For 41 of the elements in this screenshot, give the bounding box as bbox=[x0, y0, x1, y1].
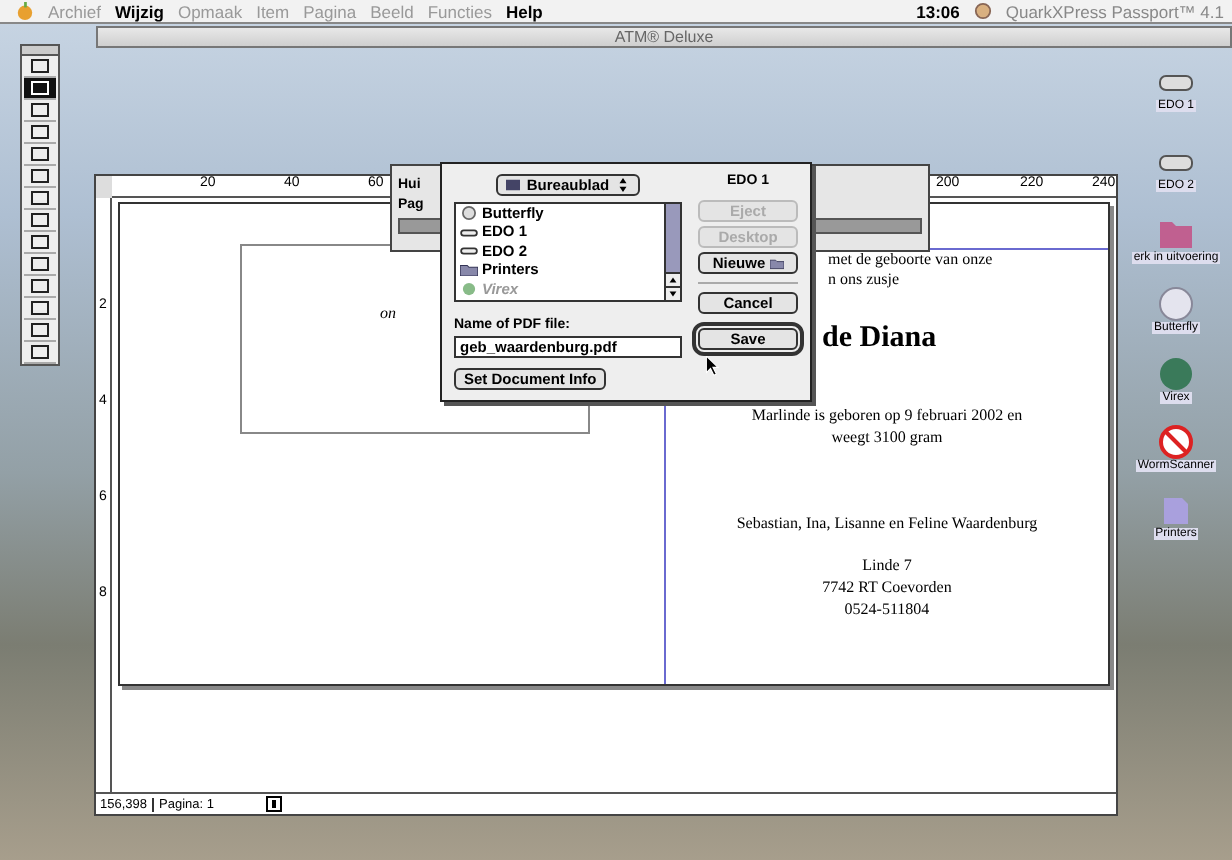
desktop-icon bbox=[506, 178, 521, 192]
tool-icon[interactable] bbox=[24, 122, 56, 144]
text-line: weegt 3100 gram bbox=[831, 426, 943, 448]
heading: de Diana bbox=[822, 322, 937, 356]
up-down-arrows-icon bbox=[615, 178, 630, 192]
tool-icon[interactable] bbox=[24, 342, 56, 364]
text-line: Linde 7 bbox=[862, 554, 912, 576]
tool-icon[interactable] bbox=[24, 276, 56, 298]
text-line: met de geboorte van onze bbox=[828, 250, 993, 270]
text-line: 0524-511804 bbox=[844, 598, 930, 620]
tool-icon[interactable] bbox=[24, 210, 56, 232]
folder-icon bbox=[769, 256, 784, 270]
scroll-up-icon[interactable] bbox=[666, 272, 680, 286]
tool-icon[interactable] bbox=[24, 232, 56, 254]
text-fragment: on bbox=[380, 304, 396, 322]
tool-icon[interactable] bbox=[24, 320, 56, 342]
tool-icon[interactable] bbox=[24, 298, 56, 320]
cursor-icon bbox=[706, 356, 720, 376]
text-line: 7742 RT Coevorden bbox=[822, 576, 952, 598]
tool-icon[interactable] bbox=[24, 254, 56, 276]
tool-icon[interactable] bbox=[24, 166, 56, 188]
text-line: Sebastian, Ina, Lisanne en Feline Waardenburg bbox=[736, 512, 1038, 534]
page-menu-icon[interactable] bbox=[265, 796, 281, 812]
desktop-item-icon[interactable] bbox=[1156, 286, 1196, 322]
menu-item[interactable]: Help bbox=[505, 1, 543, 21]
tool-icon[interactable] bbox=[24, 188, 56, 210]
desktop-item-icon[interactable] bbox=[1156, 424, 1196, 460]
text-line: n ons zusje bbox=[828, 270, 900, 290]
palette-title-bar[interactable] bbox=[22, 46, 58, 56]
folder-icon bbox=[460, 262, 478, 277]
app-icon bbox=[460, 281, 478, 296]
text-line: Marlinde is geboren op 9 februari 2002 en bbox=[751, 404, 1023, 426]
disc-icon bbox=[460, 206, 478, 221]
tool-icon[interactable] bbox=[24, 100, 56, 122]
app-icon[interactable] bbox=[973, 2, 992, 20]
clock: 13:06 bbox=[916, 1, 960, 21]
scroll-bar[interactable] bbox=[664, 204, 680, 300]
tool-icon[interactable] bbox=[24, 144, 56, 166]
window-title: ATM® Deluxe bbox=[614, 28, 714, 46]
tool-icon[interactable] bbox=[24, 78, 56, 100]
menu-item[interactable]: Wijzig bbox=[114, 1, 164, 21]
